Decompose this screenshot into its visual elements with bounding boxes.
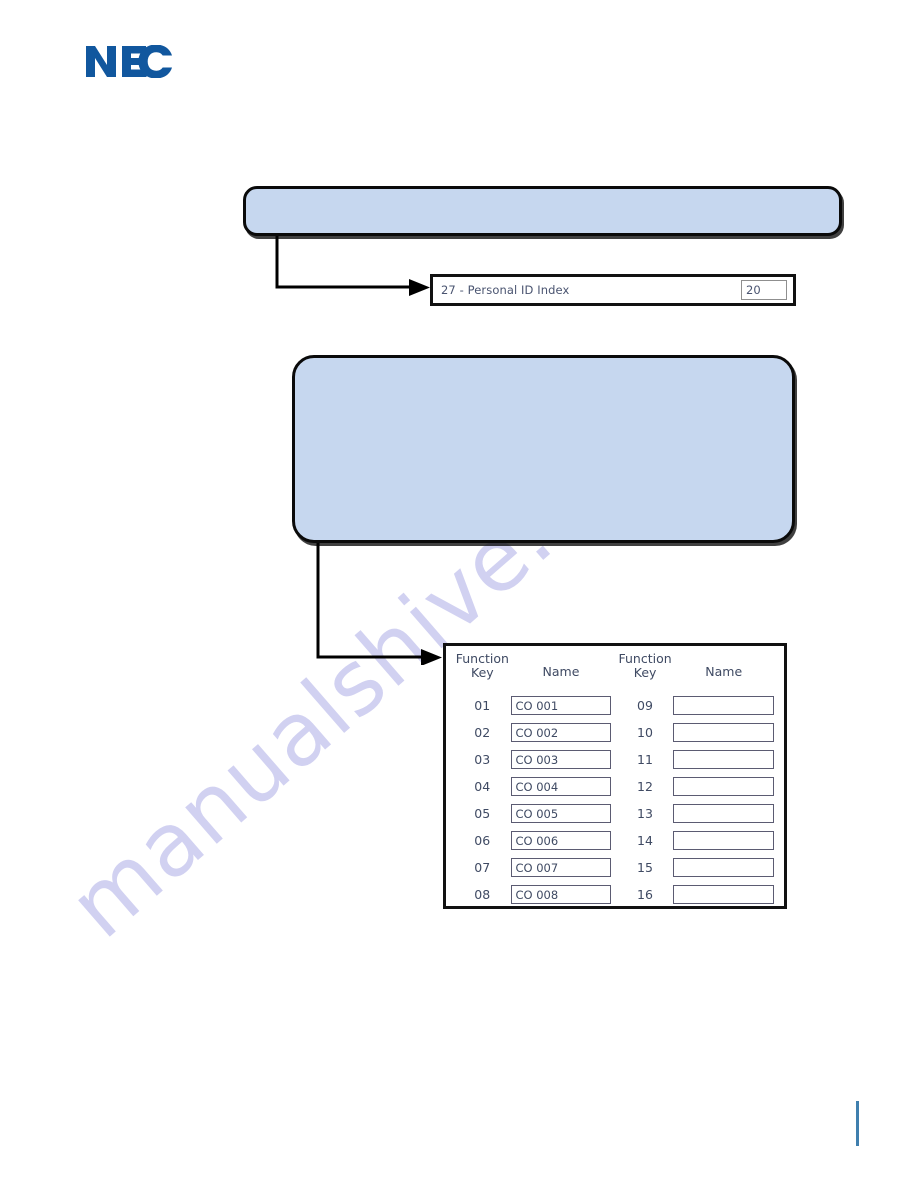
header-function-key-left-line1: Function xyxy=(455,651,509,666)
header-function-key-right-line1: Function xyxy=(618,651,672,666)
nec-logo xyxy=(86,45,172,78)
function-key-table-body: 01 CO 001 09 02 CO 002 10 03 CO 003 11 0… xyxy=(454,692,774,908)
function-key-name-field[interactable]: CO 003 xyxy=(510,750,612,769)
callout-upper xyxy=(243,186,842,236)
function-key-name-field[interactable]: CO 008 xyxy=(510,885,612,904)
function-key-table: Function Key Name Function Key Name 01 C… xyxy=(443,643,787,909)
function-key-name-field[interactable]: CO 005 xyxy=(510,804,612,823)
function-key-number: 16 xyxy=(637,887,653,902)
function-key-number: 01 xyxy=(474,698,491,713)
table-row: 03 CO 003 11 xyxy=(454,746,774,773)
function-key-number: 08 xyxy=(474,887,491,902)
function-key-name-field[interactable]: CO 001 xyxy=(510,696,612,715)
header-name-right: Name xyxy=(705,664,743,679)
table-row: 07 CO 007 15 xyxy=(454,854,774,881)
table-row: 08 CO 008 16 xyxy=(454,881,774,908)
connector-arrow-upper xyxy=(275,232,430,296)
function-key-number: 05 xyxy=(474,806,491,821)
function-key-name-field[interactable] xyxy=(673,723,774,742)
function-key-name-field[interactable] xyxy=(673,804,774,823)
table-row: 01 CO 001 09 xyxy=(454,692,774,719)
footer-rule xyxy=(856,1101,859,1146)
table-row: 02 CO 002 10 xyxy=(454,719,774,746)
function-key-table-header: Function Key Name Function Key Name xyxy=(454,651,774,692)
function-key-name-field[interactable]: CO 006 xyxy=(510,831,612,850)
callout-lower xyxy=(292,355,795,543)
function-key-number: 10 xyxy=(637,725,653,740)
function-key-number: 13 xyxy=(637,806,653,821)
function-key-name-field[interactable] xyxy=(673,885,774,904)
function-key-name-field[interactable] xyxy=(673,831,774,850)
function-key-number: 11 xyxy=(637,752,653,767)
function-key-number: 07 xyxy=(474,860,491,875)
document-page: manualshive.com 27 - Personal ID Index 2… xyxy=(0,0,918,1188)
function-key-name-field[interactable] xyxy=(673,750,774,769)
function-key-number: 12 xyxy=(637,779,653,794)
function-key-number: 02 xyxy=(474,725,491,740)
function-key-number: 03 xyxy=(474,752,491,767)
function-key-name-field[interactable] xyxy=(673,696,774,715)
header-function-key-left-line2: Key xyxy=(471,665,494,681)
function-key-name-field[interactable]: CO 004 xyxy=(510,777,612,796)
property-row[interactable]: 27 - Personal ID Index 20 xyxy=(430,274,796,306)
property-row-value[interactable]: 20 xyxy=(741,280,787,300)
function-key-number: 14 xyxy=(637,833,653,848)
function-key-number: 15 xyxy=(637,860,653,875)
header-name-left: Name xyxy=(542,664,580,679)
table-row: 04 CO 004 12 xyxy=(454,773,774,800)
callout-upper-text xyxy=(246,189,839,205)
header-function-key-right: Function Key xyxy=(617,651,674,681)
table-row: 05 CO 005 13 xyxy=(454,800,774,827)
header-function-key-right-line2: Key xyxy=(633,665,657,681)
header-function-key-left: Function Key xyxy=(454,651,511,681)
function-key-number: 06 xyxy=(474,833,491,848)
function-key-name-field[interactable] xyxy=(673,777,774,796)
property-row-label: 27 - Personal ID Index xyxy=(441,283,570,297)
function-key-number: 04 xyxy=(474,779,491,794)
function-key-number: 09 xyxy=(637,698,653,713)
callout-lower-text xyxy=(295,358,792,374)
function-key-name-field[interactable]: CO 002 xyxy=(510,723,612,742)
table-row: 06 CO 006 14 xyxy=(454,827,774,854)
function-key-name-field[interactable]: CO 007 xyxy=(510,858,612,877)
connector-arrow-lower xyxy=(316,540,442,665)
function-key-name-field[interactable] xyxy=(673,858,774,877)
